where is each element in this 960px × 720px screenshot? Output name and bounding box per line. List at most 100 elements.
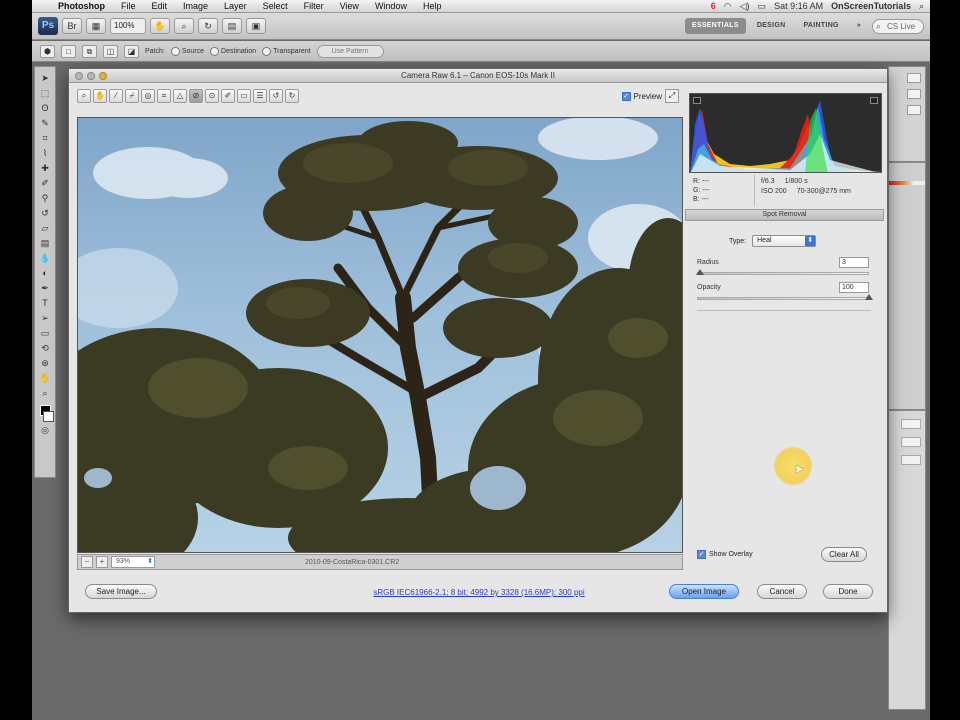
preview-toggle[interactable]: ✓ Preview ⤢	[621, 89, 683, 103]
tool-preset-icon[interactable]: ⬢	[40, 44, 55, 58]
zoom-level-select[interactable]: 93%	[111, 556, 155, 568]
view-extras-icon[interactable]: ▦	[86, 18, 106, 34]
menu-file[interactable]: File	[113, 1, 144, 11]
workspace-design[interactable]: DESIGN	[750, 18, 793, 34]
menu-image[interactable]: Image	[175, 1, 216, 11]
lasso-tool-icon[interactable]: ʘ	[38, 101, 52, 115]
red-eye-icon[interactable]: ⊙	[205, 89, 219, 103]
intersect-selection-icon[interactable]: ◪	[124, 44, 139, 58]
graduated-filter-icon[interactable]: ▭	[237, 89, 251, 103]
straighten-icon[interactable]: △	[173, 89, 187, 103]
opacity-thumb[interactable]	[865, 294, 873, 300]
panel-button[interactable]	[907, 89, 921, 99]
eyedropper-tool-icon[interactable]: ⌇	[38, 146, 52, 160]
dialog-titlebar[interactable]: Camera Raw 6.1 – Canon EOS-10s Mark II	[69, 69, 887, 83]
cs-live-search[interactable]: CS Live	[872, 18, 924, 34]
done-button[interactable]: Done	[823, 584, 873, 599]
clear-all-button[interactable]: Clear All	[821, 547, 867, 562]
panel-button[interactable]	[901, 419, 921, 429]
use-pattern-button[interactable]: Use Pattern	[316, 44, 384, 58]
add-selection-icon[interactable]: ⧉	[82, 44, 97, 58]
clone-stamp-tool-icon[interactable]: ⚲	[38, 191, 52, 205]
crop-icon[interactable]: ⌗	[157, 89, 171, 103]
3d-orbit-tool-icon[interactable]: ⊛	[38, 356, 52, 370]
crop-tool-icon[interactable]: ⌗	[38, 131, 52, 145]
launch-bridge-icon[interactable]: Br	[62, 18, 82, 34]
workspace-painting[interactable]: PAINTING	[796, 18, 845, 34]
color-ramp[interactable]	[889, 181, 925, 185]
menubar-user[interactable]: OnScreenTutorials	[831, 1, 911, 11]
panel-button[interactable]	[901, 455, 921, 465]
menubar-clock[interactable]: Sat 9:16 AM	[774, 1, 823, 11]
rotate-ccw-icon[interactable]: ↺	[269, 89, 283, 103]
zoom-level-select[interactable]: 100%	[110, 18, 146, 34]
rotate-cw-icon[interactable]: ↻	[285, 89, 299, 103]
wifi-icon[interactable]: ◠	[724, 1, 732, 12]
zoom-tool-icon[interactable]: ⌕	[174, 18, 194, 34]
preferences-icon[interactable]: ☰	[253, 89, 267, 103]
gradient-tool-icon[interactable]: ▤	[38, 236, 52, 250]
blur-tool-icon[interactable]: 💧	[38, 251, 52, 265]
opacity-track[interactable]	[697, 297, 869, 300]
pen-tool-icon[interactable]: ✒	[38, 281, 52, 295]
white-balance-icon[interactable]: ⁄	[109, 89, 123, 103]
show-overlay-toggle[interactable]: ✓ Show Overlay	[697, 550, 753, 559]
zoom-window-button[interactable]	[99, 72, 107, 80]
image-preview[interactable]	[77, 117, 683, 553]
spotlight-icon[interactable]: ⌕	[919, 1, 924, 12]
menu-layer[interactable]: Layer	[216, 1, 255, 11]
cancel-button[interactable]: Cancel	[757, 584, 807, 599]
menu-help[interactable]: Help	[415, 1, 450, 11]
healing-brush-tool-icon[interactable]: ✚	[38, 161, 52, 175]
eraser-tool-icon[interactable]: ▱	[38, 221, 52, 235]
adobe-updates-icon[interactable]: 6	[711, 1, 716, 11]
radius-thumb[interactable]	[696, 269, 705, 275]
background-color-swatch[interactable]	[42, 411, 54, 422]
opacity-value-field[interactable]: 100	[839, 282, 869, 293]
radius-value-field[interactable]: 3	[839, 257, 869, 268]
fullscreen-icon[interactable]: ⤢	[665, 89, 679, 103]
patch-source-radio[interactable]: Source	[171, 47, 204, 56]
panel-button[interactable]	[907, 105, 921, 115]
menu-edit[interactable]: Edit	[144, 1, 176, 11]
subtract-selection-icon[interactable]: ◫	[103, 44, 118, 58]
dodge-tool-icon[interactable]: ◐	[38, 266, 52, 280]
patch-destination-radio[interactable]: Destination	[210, 47, 256, 56]
shadow-clipping-toggle[interactable]	[693, 97, 701, 104]
type-tool-icon[interactable]: T	[38, 296, 52, 310]
open-image-button[interactable]: Open Image	[669, 584, 739, 599]
menu-window[interactable]: Window	[367, 1, 415, 11]
screen-mode-icon[interactable]: ▣	[246, 18, 266, 34]
zoom-tool-panel-icon[interactable]: ⌕	[38, 386, 52, 400]
quick-mask-icon[interactable]: ◎	[38, 423, 52, 437]
hand-icon[interactable]: ✋	[93, 89, 107, 103]
history-brush-tool-icon[interactable]: ↺	[38, 206, 52, 220]
3d-rotate-tool-icon[interactable]: ⟲	[38, 341, 52, 355]
panel-button[interactable]	[907, 73, 921, 83]
color-sampler-icon[interactable]: ⌿	[125, 89, 139, 103]
highlight-clipping-toggle[interactable]	[870, 97, 878, 104]
hand-tool-panel-icon[interactable]: ✋	[38, 371, 52, 385]
arrange-documents-icon[interactable]: ▤	[222, 18, 242, 34]
brush-tool-icon[interactable]: ✐	[38, 176, 52, 190]
radius-track[interactable]	[697, 272, 869, 275]
workspace-essentials[interactable]: ESSENTIALS	[684, 18, 746, 34]
save-image-button[interactable]: Save Image...	[85, 584, 157, 599]
menu-select[interactable]: Select	[255, 1, 296, 11]
show-overlay-checkbox[interactable]: ✓	[697, 550, 706, 559]
rotate-view-icon[interactable]: ↻	[198, 18, 218, 34]
spot-removal-icon[interactable]: ⊘	[189, 89, 203, 103]
workspace-more-icon[interactable]: »	[850, 18, 868, 34]
zoom-in-button[interactable]: +	[96, 556, 108, 568]
battery-icon[interactable]: ▭	[758, 1, 767, 12]
patch-transparent-checkbox[interactable]: Transparent	[262, 47, 310, 56]
targeted-adjustment-icon[interactable]: ◎	[141, 89, 155, 103]
zoom-icon[interactable]: ⌕	[77, 89, 91, 103]
panel-button[interactable]	[901, 437, 921, 447]
volume-icon[interactable]: ◁)	[740, 1, 750, 12]
minimize-window-button[interactable]	[87, 72, 95, 80]
menu-photoshop[interactable]: Photoshop	[50, 1, 113, 11]
move-tool-icon[interactable]: ➤	[38, 71, 52, 85]
adjustment-brush-icon[interactable]: ✐	[221, 89, 235, 103]
shape-tool-icon[interactable]: ▭	[38, 326, 52, 340]
